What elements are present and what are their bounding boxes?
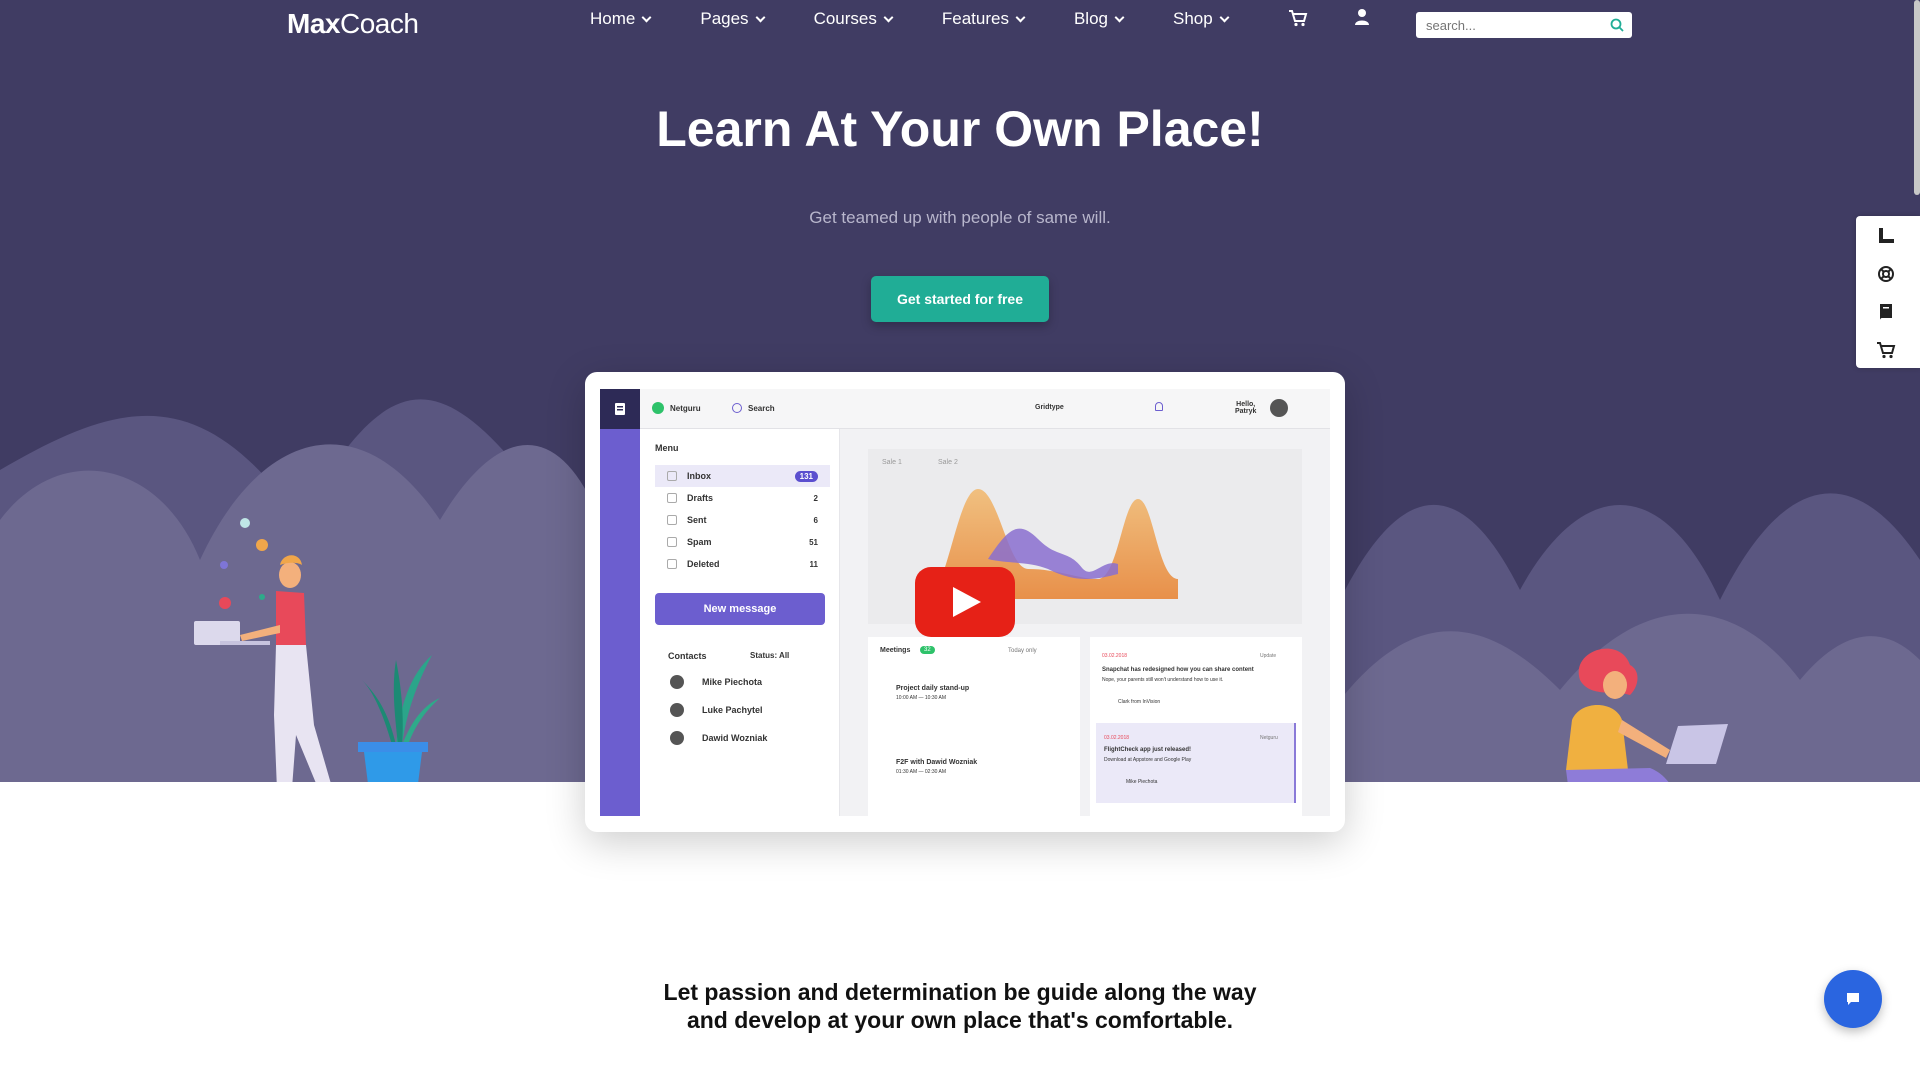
dashboard-screenshot: Netguru Search Gridtype Hello, Patryk Men… (600, 389, 1330, 816)
nav-home[interactable]: Home (590, 8, 652, 30)
cart-icon[interactable] (1288, 9, 1308, 27)
app-logo-block (600, 389, 640, 429)
hero-title: Learn At Your Own Place! (656, 101, 1264, 157)
nav-pages[interactable]: Pages (700, 8, 766, 30)
floating-toolbar (1856, 216, 1920, 368)
menu-item-drafts: Drafts 2 (655, 487, 830, 509)
video-preview-card[interactable]: Netguru Search Gridtype Hello, Patryk Men… (585, 372, 1345, 832)
chevron-down-icon (1114, 12, 1125, 22)
today-only-label: Today only (1008, 648, 1037, 654)
workspace-badge (652, 402, 664, 414)
gridtype-label: Gridtype (1035, 404, 1064, 411)
menu-item-deleted: Deleted 11 (655, 553, 830, 575)
app-logo-icon (615, 403, 625, 415)
site-header: MaxCoach Home Pages Courses Features Blo… (0, 0, 1920, 50)
get-started-button[interactable]: Get started for free (871, 276, 1049, 322)
nav-courses[interactable]: Courses (814, 8, 894, 30)
news-body: Download at Appstore and Google Play (1104, 757, 1192, 763)
nav-blog[interactable]: Blog (1074, 8, 1125, 30)
new-message-button: New message (655, 593, 825, 625)
menu-item-spam: Spam 51 (655, 531, 830, 553)
news-author: Mike Piechota (1126, 779, 1158, 785)
ruler-icon[interactable] (1876, 226, 1896, 246)
meetings-title: Meetings (880, 647, 911, 654)
contacts-status: Status: All (750, 651, 790, 660)
potted-plant-illustration (358, 655, 440, 782)
app-search-label: Search (748, 404, 775, 413)
meetings-panel: Meetings 32 Today only Project daily sta… (868, 637, 1080, 816)
contacts-title: Contacts (668, 651, 707, 661)
news-tag: Netguru (1260, 735, 1278, 741)
avatar (1270, 399, 1288, 417)
search-input[interactable] (1416, 12, 1596, 38)
app-menu: Menu Inbox 131 Drafts 2 Sent 6 Spam 51 Delet… (640, 429, 840, 816)
chevron-down-icon (641, 12, 652, 22)
shopping-cart-icon[interactable] (1876, 340, 1896, 360)
news-panel: 03.02.2018 Update Snapchat has redesigne… (1090, 637, 1302, 816)
news-date: 03.02.2018 (1102, 653, 1128, 659)
chevron-down-icon (755, 12, 766, 22)
news-body: Nope, your parents still won't understan… (1102, 677, 1224, 683)
contact-row: Luke Pachytel (670, 703, 763, 717)
menu-title: Menu (655, 443, 679, 453)
chevron-down-icon (1015, 12, 1026, 22)
search-box (1416, 12, 1632, 38)
news-tag: Update (1260, 653, 1277, 659)
workspace-name: Netguru (670, 404, 701, 413)
meeting-title: F2F with Dawid Wozniak (896, 759, 978, 766)
chevron-down-icon (1219, 12, 1230, 22)
chat-button[interactable] (1824, 970, 1882, 1028)
mission-statement: Let passion and determination be guide a… (663, 979, 1257, 1033)
contact-row: Dawid Wozniak (670, 731, 767, 745)
chat-bubble-icon (1847, 993, 1859, 1005)
app-search-icon (732, 403, 742, 413)
news-date: 03.02.2018 (1104, 735, 1130, 741)
app-topbar: Netguru Search Gridtype Hello, Patryk (640, 389, 1330, 429)
user-icon[interactable] (1354, 8, 1370, 26)
book-icon[interactable] (1876, 302, 1896, 322)
greeting: Hello, Patryk (1235, 401, 1257, 415)
app-sidebar-rail (600, 389, 640, 816)
page-scrollbar[interactable] (1914, 0, 1920, 195)
maxcoach-logo[interactable]: MaxCoach (287, 8, 419, 40)
meeting-title: Project daily stand-up (896, 685, 970, 692)
menu-item-sent: Sent 6 (655, 509, 830, 531)
bell-icon (1155, 402, 1163, 411)
youtube-play-icon[interactable] (915, 567, 1015, 637)
sitting-woman-illustration (1566, 648, 1728, 782)
hero-subtitle: Get teamed up with people of same will. (809, 208, 1111, 227)
lifebuoy-icon[interactable] (1876, 264, 1896, 284)
news-author: Clark from InVision (1118, 699, 1161, 705)
news-title: FlightCheck app just released! (1104, 747, 1192, 753)
legend-sale-1: Sale 1 (882, 459, 902, 466)
woman-with-laptop-illustration (194, 518, 331, 782)
contact-row: Mike Piechota (670, 675, 762, 689)
chevron-down-icon (883, 12, 894, 22)
main-nav: Home Pages Courses Features Blog Shop (590, 8, 1278, 30)
nav-shop[interactable]: Shop (1173, 8, 1230, 30)
meeting-time: 10:00 AM — 10:30 AM (896, 695, 947, 701)
nav-features[interactable]: Features (942, 8, 1026, 30)
legend-sale-2: Sale 2 (938, 459, 958, 466)
meetings-badge: 32 (920, 646, 935, 654)
search-icon[interactable] (1610, 18, 1624, 32)
meeting-time: 01:30 AM — 02:30 AM (896, 769, 947, 775)
menu-item-inbox: Inbox 131 (655, 465, 830, 487)
news-title: Snapchat has redesigned how you can shar… (1102, 667, 1254, 673)
